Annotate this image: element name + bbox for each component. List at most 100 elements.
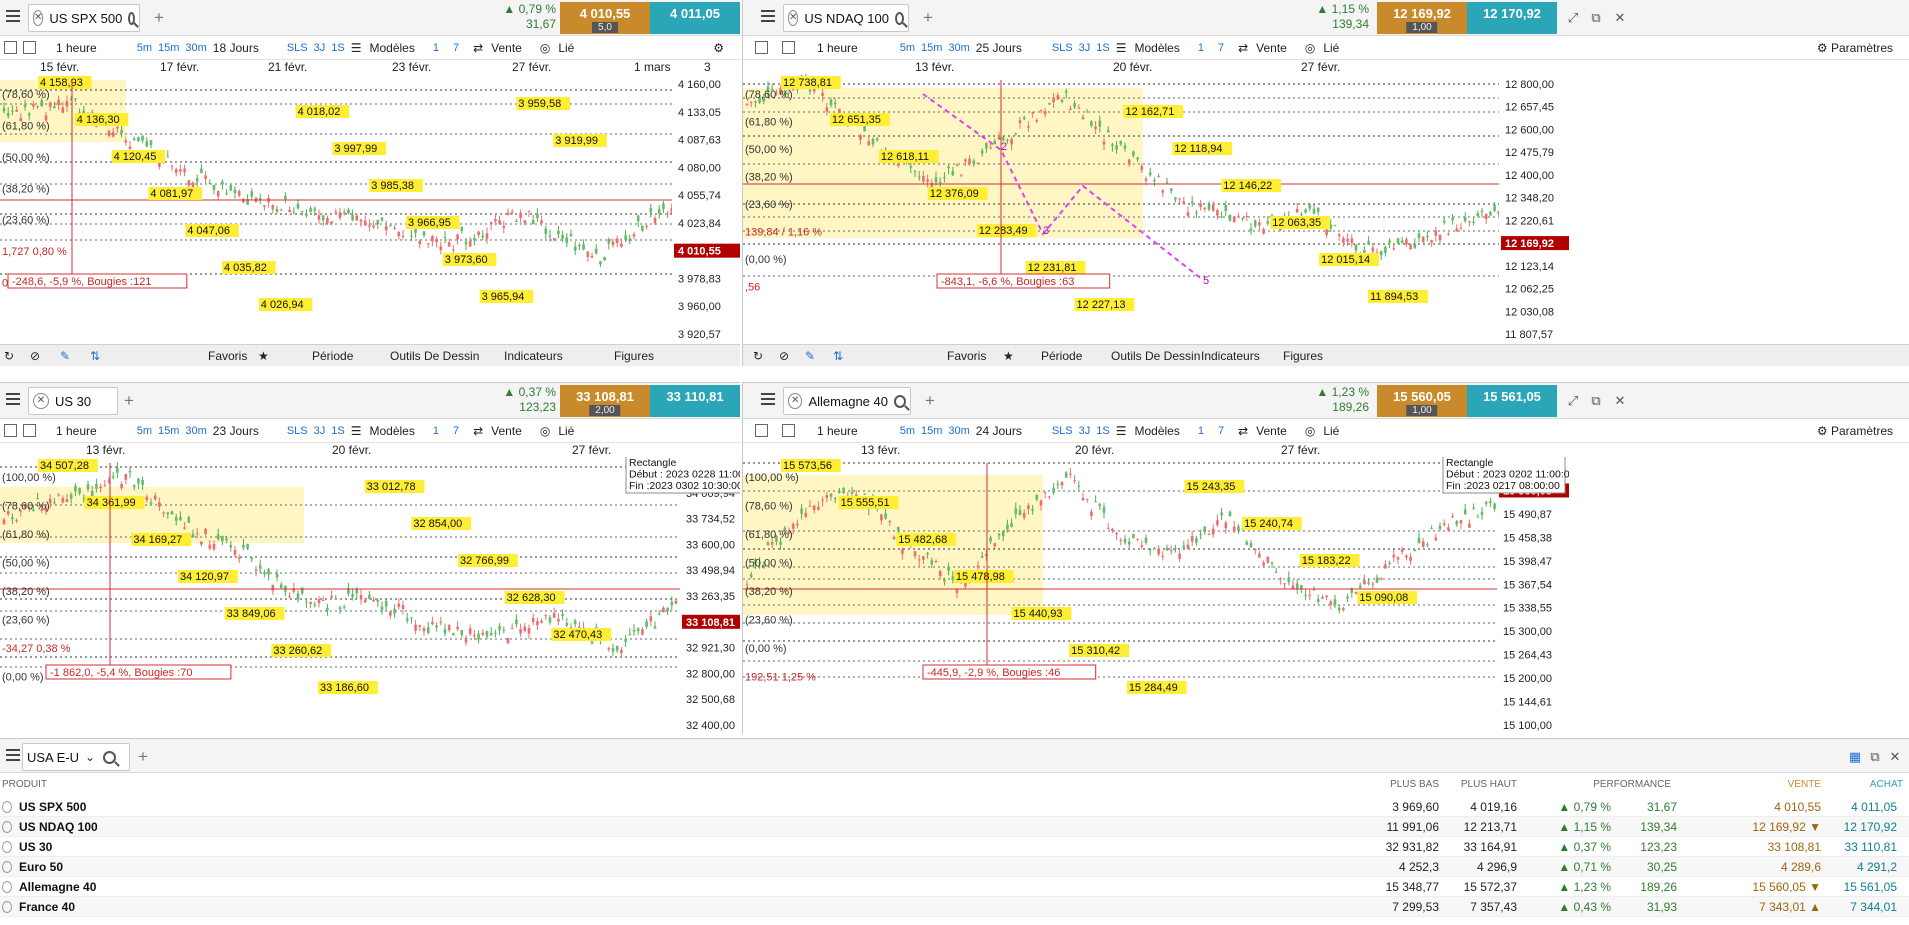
- link-icon[interactable]: ◎: [1305, 424, 1315, 438]
- sell-button[interactable]: 33 108,81 2,00: [560, 385, 650, 417]
- tf-3j[interactable]: 3J: [314, 42, 326, 54]
- symbol-tab[interactable]: ✕ Allemagne 40: [783, 387, 911, 415]
- menu-icon[interactable]: [6, 10, 20, 24]
- col-performance[interactable]: PERFORMANCE: [1593, 779, 1671, 790]
- link-icon[interactable]: ◎: [540, 41, 550, 55]
- tf-3j[interactable]: 3J: [1079, 42, 1091, 54]
- sell-mode-icon[interactable]: ⇄: [473, 424, 483, 438]
- layout-icon[interactable]: [782, 424, 795, 437]
- gear-icon[interactable]: ⚙: [713, 41, 724, 55]
- settings-button[interactable]: ⚙ Paramètres: [1817, 424, 1893, 438]
- add-tab-icon[interactable]: +: [124, 391, 134, 411]
- linked-button[interactable]: Lié: [558, 41, 574, 55]
- models-icon[interactable]: ☰: [1116, 424, 1127, 438]
- tf-15m[interactable]: 15m: [158, 425, 179, 437]
- count-7[interactable]: 7: [1218, 425, 1224, 437]
- tf-5m[interactable]: 5m: [137, 42, 152, 54]
- menu-icon[interactable]: [761, 10, 775, 24]
- count-1[interactable]: 1: [1198, 42, 1204, 54]
- tf-5m[interactable]: 5m: [900, 425, 915, 437]
- models-button[interactable]: Modèles: [369, 424, 414, 438]
- buy-value[interactable]: 4 011,05: [1851, 800, 1897, 814]
- popout-icon[interactable]: ⧉: [1868, 750, 1882, 764]
- buy-button[interactable]: 33 110,81: [650, 385, 740, 417]
- tf-sls[interactable]: SLS: [1052, 42, 1073, 54]
- popout-icon[interactable]: ⧉: [1589, 11, 1603, 25]
- link-icon[interactable]: ◎: [1305, 41, 1315, 55]
- drawing-tools-button[interactable]: Outils De Dessin: [390, 349, 479, 363]
- sell-mode-icon[interactable]: ⇄: [1238, 41, 1248, 55]
- star-icon[interactable]: ★: [1003, 349, 1014, 363]
- sell-mode-button[interactable]: Vente: [1256, 41, 1287, 55]
- price-chart[interactable]: 12 800,00 12 657,45 12 600,00 12 475,79 12 4…: [743, 74, 1569, 344]
- star-icon[interactable]: ★: [258, 349, 269, 363]
- models-button[interactable]: Modèles: [1134, 41, 1179, 55]
- col-low[interactable]: PLUS BAS: [1390, 779, 1439, 790]
- watchlist-tab[interactable]: USA E-U ⌄: [22, 743, 130, 771]
- checkbox-icon[interactable]: [755, 424, 768, 437]
- buy-value[interactable]: 33 110,81: [1845, 840, 1898, 854]
- layout-icon[interactable]: [23, 41, 36, 54]
- figures-button[interactable]: Figures: [614, 349, 654, 363]
- close-icon[interactable]: ✕: [33, 393, 49, 409]
- reload-icon[interactable]: ↻: [753, 349, 763, 363]
- buy-value[interactable]: 15 561,05: [1844, 880, 1897, 894]
- count-1[interactable]: 1: [433, 425, 439, 437]
- layout-icon[interactable]: [782, 41, 795, 54]
- sell-value[interactable]: 4 010,55: [1774, 800, 1821, 814]
- tf-sls[interactable]: SLS: [1052, 425, 1073, 437]
- price-chart[interactable]: 34 400,0034 069,9433 734,5233 600,0033 4…: [0, 457, 740, 734]
- pen-icon[interactable]: ✎: [805, 349, 815, 363]
- magnet-icon[interactable]: ⇅: [833, 349, 843, 363]
- zoom-icon[interactable]: [103, 750, 117, 764]
- close-window-icon[interactable]: ✕: [1613, 11, 1627, 25]
- sell-value[interactable]: 12 169,92 ▼: [1752, 820, 1821, 834]
- col-buy[interactable]: ACHAT: [1870, 779, 1903, 790]
- tf-3j[interactable]: 3J: [1079, 425, 1091, 437]
- count-7[interactable]: 7: [1218, 42, 1224, 54]
- tf-sls[interactable]: SLS: [287, 42, 308, 54]
- col-high[interactable]: PLUS HAUT: [1461, 779, 1517, 790]
- period-select[interactable]: 25 Jours: [976, 41, 1022, 55]
- buy-button[interactable]: 12 170,92: [1467, 2, 1557, 34]
- sell-value[interactable]: 33 108,81: [1768, 840, 1821, 854]
- table-row[interactable]: Allemagne 40 15 348,77 15 572,37 ▲ 1,23 % 18…: [0, 877, 1909, 897]
- indicators-button[interactable]: Indicateurs: [1201, 349, 1260, 363]
- close-icon[interactable]: ✕: [788, 10, 799, 26]
- tf-15m[interactable]: 15m: [921, 42, 942, 54]
- tf-30m[interactable]: 30m: [185, 42, 206, 54]
- search-icon[interactable]: [894, 11, 904, 25]
- pen-icon[interactable]: ✎: [60, 349, 70, 363]
- tf-5m[interactable]: 5m: [900, 42, 915, 54]
- price-chart[interactable]: 15 652,3215 560,0515 490,8715 458,3815 3…: [743, 457, 1569, 734]
- models-icon[interactable]: ☰: [351, 424, 362, 438]
- sell-value[interactable]: 7 343,01 ▲: [1759, 900, 1821, 914]
- buy-value[interactable]: 7 344,01: [1850, 900, 1897, 914]
- tf-30m[interactable]: 30m: [948, 42, 969, 54]
- symbol-tab[interactable]: ✕ US NDAQ 100: [783, 4, 909, 32]
- row-menu-icon[interactable]: [2, 861, 12, 873]
- period-button[interactable]: Période: [312, 349, 353, 363]
- timeframe-select[interactable]: 1 heure: [817, 424, 858, 438]
- buy-button[interactable]: 4 011,05: [650, 2, 740, 34]
- resize-icon[interactable]: ⤢: [1566, 394, 1580, 408]
- sell-value[interactable]: 15 560,05 ▼: [1752, 880, 1821, 894]
- tf-30m[interactable]: 30m: [185, 425, 206, 437]
- close-window-icon[interactable]: ✕: [1613, 394, 1627, 408]
- tf-3j[interactable]: 3J: [314, 425, 326, 437]
- buy-value[interactable]: 4 291,2: [1857, 860, 1897, 874]
- sell-button[interactable]: 15 560,05 1,00: [1377, 385, 1467, 417]
- add-tab-icon[interactable]: +: [925, 391, 935, 411]
- tf-5m[interactable]: 5m: [137, 425, 152, 437]
- table-row[interactable]: US SPX 500 3 969,60 4 019,16 ▲ 0,79 % 31,67 4…: [0, 797, 1909, 817]
- timeframe-select[interactable]: 1 heure: [817, 41, 858, 55]
- sell-button[interactable]: 4 010,55 5,0: [560, 2, 650, 34]
- add-tab-icon[interactable]: +: [138, 747, 148, 767]
- col-product[interactable]: PRODUIT: [2, 779, 47, 790]
- row-menu-icon[interactable]: [2, 841, 12, 853]
- chevron-down-icon[interactable]: ⌄: [85, 750, 95, 764]
- checkbox-icon[interactable]: [755, 41, 768, 54]
- search-icon[interactable]: [128, 11, 135, 25]
- sell-mode-button[interactable]: Vente: [1256, 424, 1287, 438]
- symbol-tab[interactable]: ✕ US SPX 500: [28, 4, 140, 32]
